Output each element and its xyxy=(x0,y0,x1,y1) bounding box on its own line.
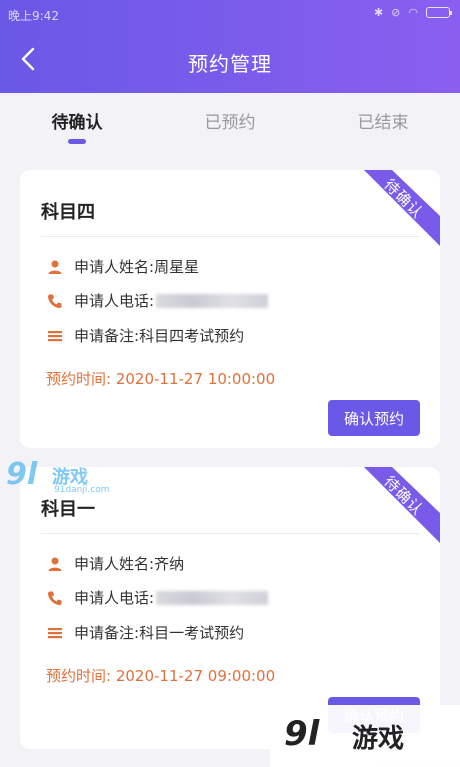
wifi-icon: ◠ xyxy=(408,6,418,19)
time-value: 2020-11-27 10:00:00 xyxy=(115,370,276,388)
watermark-logo: 9l 游戏 91danji.com xyxy=(4,455,114,505)
status-bar: 晚上9:42 ✱ ⊘ ◠ xyxy=(0,0,460,28)
name-value: 周星星 xyxy=(154,258,200,276)
note-value: 科目四考试预约 xyxy=(139,327,245,345)
card-title: 科目四 xyxy=(41,202,95,223)
phone-icon xyxy=(46,292,64,310)
person-icon xyxy=(46,258,64,276)
phone-label: 申请人电话: xyxy=(74,292,155,310)
applicant-phone-row: 申请人电话: xyxy=(46,587,269,608)
applicant-name-row: 申请人姓名: 周星星 xyxy=(46,256,199,277)
mute-icon: ⊘ xyxy=(391,6,401,19)
time-value: 2020-11-27 09:00:00 xyxy=(115,667,276,685)
list-icon xyxy=(46,624,64,642)
applicant-phone-row: 申请人电话: xyxy=(46,290,269,311)
appointment-card: 科目四 待确认 申请人姓名: 周星星 申请人电话: 申请备注: 科目四考试预约 … xyxy=(20,170,440,448)
watermark-badge: 9l 游戏 xyxy=(270,705,460,767)
person-icon xyxy=(46,555,64,573)
applicant-name-row: 申请人姓名: 齐纳 xyxy=(46,553,184,574)
name-label: 申请人姓名: xyxy=(74,555,155,573)
note-row: 申请备注: 科目一考试预约 xyxy=(46,622,244,643)
status-icons: ✱ ⊘ ◠ xyxy=(373,6,452,19)
active-tab-indicator xyxy=(68,139,86,144)
name-value: 齐纳 xyxy=(154,555,185,573)
time-label: 预约时间: xyxy=(46,667,116,685)
note-label: 申请备注: xyxy=(74,327,140,345)
phone-value-redacted xyxy=(156,590,269,605)
watermark-url: 91danji.com xyxy=(54,485,110,495)
page-title: 预约管理 xyxy=(188,52,272,76)
tab-booked[interactable]: 已预约 xyxy=(170,108,290,133)
status-time: 晚上9:42 xyxy=(8,9,59,23)
divider xyxy=(41,236,420,237)
watermark-badge-mark: 9l xyxy=(284,714,320,754)
status-ribbon: 待确认 xyxy=(358,467,440,543)
appointment-time: 预约时间: 2020-11-27 09:00:00 xyxy=(46,665,275,686)
tab-pending[interactable]: 待确认 xyxy=(17,108,137,133)
watermark-badge-text: 游戏 xyxy=(352,724,405,754)
bluetooth-icon: ✱ xyxy=(373,6,384,19)
phone-icon xyxy=(46,589,64,607)
list-icon xyxy=(46,327,64,345)
watermark-logo-mark: 9l xyxy=(6,457,38,492)
phone-value-redacted xyxy=(156,293,269,308)
note-value: 科目一考试预约 xyxy=(139,624,245,642)
battery-icon xyxy=(426,7,452,18)
note-row: 申请备注: 科目四考试预约 xyxy=(46,325,244,346)
name-label: 申请人姓名: xyxy=(74,258,155,276)
confirm-appointment-button[interactable]: 确认预约 xyxy=(328,400,420,436)
phone-label: 申请人电话: xyxy=(74,589,155,607)
app-header: 晚上9:42 ✱ ⊘ ◠ 预约管理 xyxy=(0,0,460,93)
divider xyxy=(41,533,420,534)
tab-finished[interactable]: 已结束 xyxy=(323,108,443,133)
note-label: 申请备注: xyxy=(74,624,140,642)
appointment-time: 预约时间: 2020-11-27 10:00:00 xyxy=(46,368,275,389)
status-ribbon: 待确认 xyxy=(358,170,440,246)
time-label: 预约时间: xyxy=(46,370,116,388)
tab-bar: 待确认 已预约 已结束 xyxy=(0,93,460,151)
